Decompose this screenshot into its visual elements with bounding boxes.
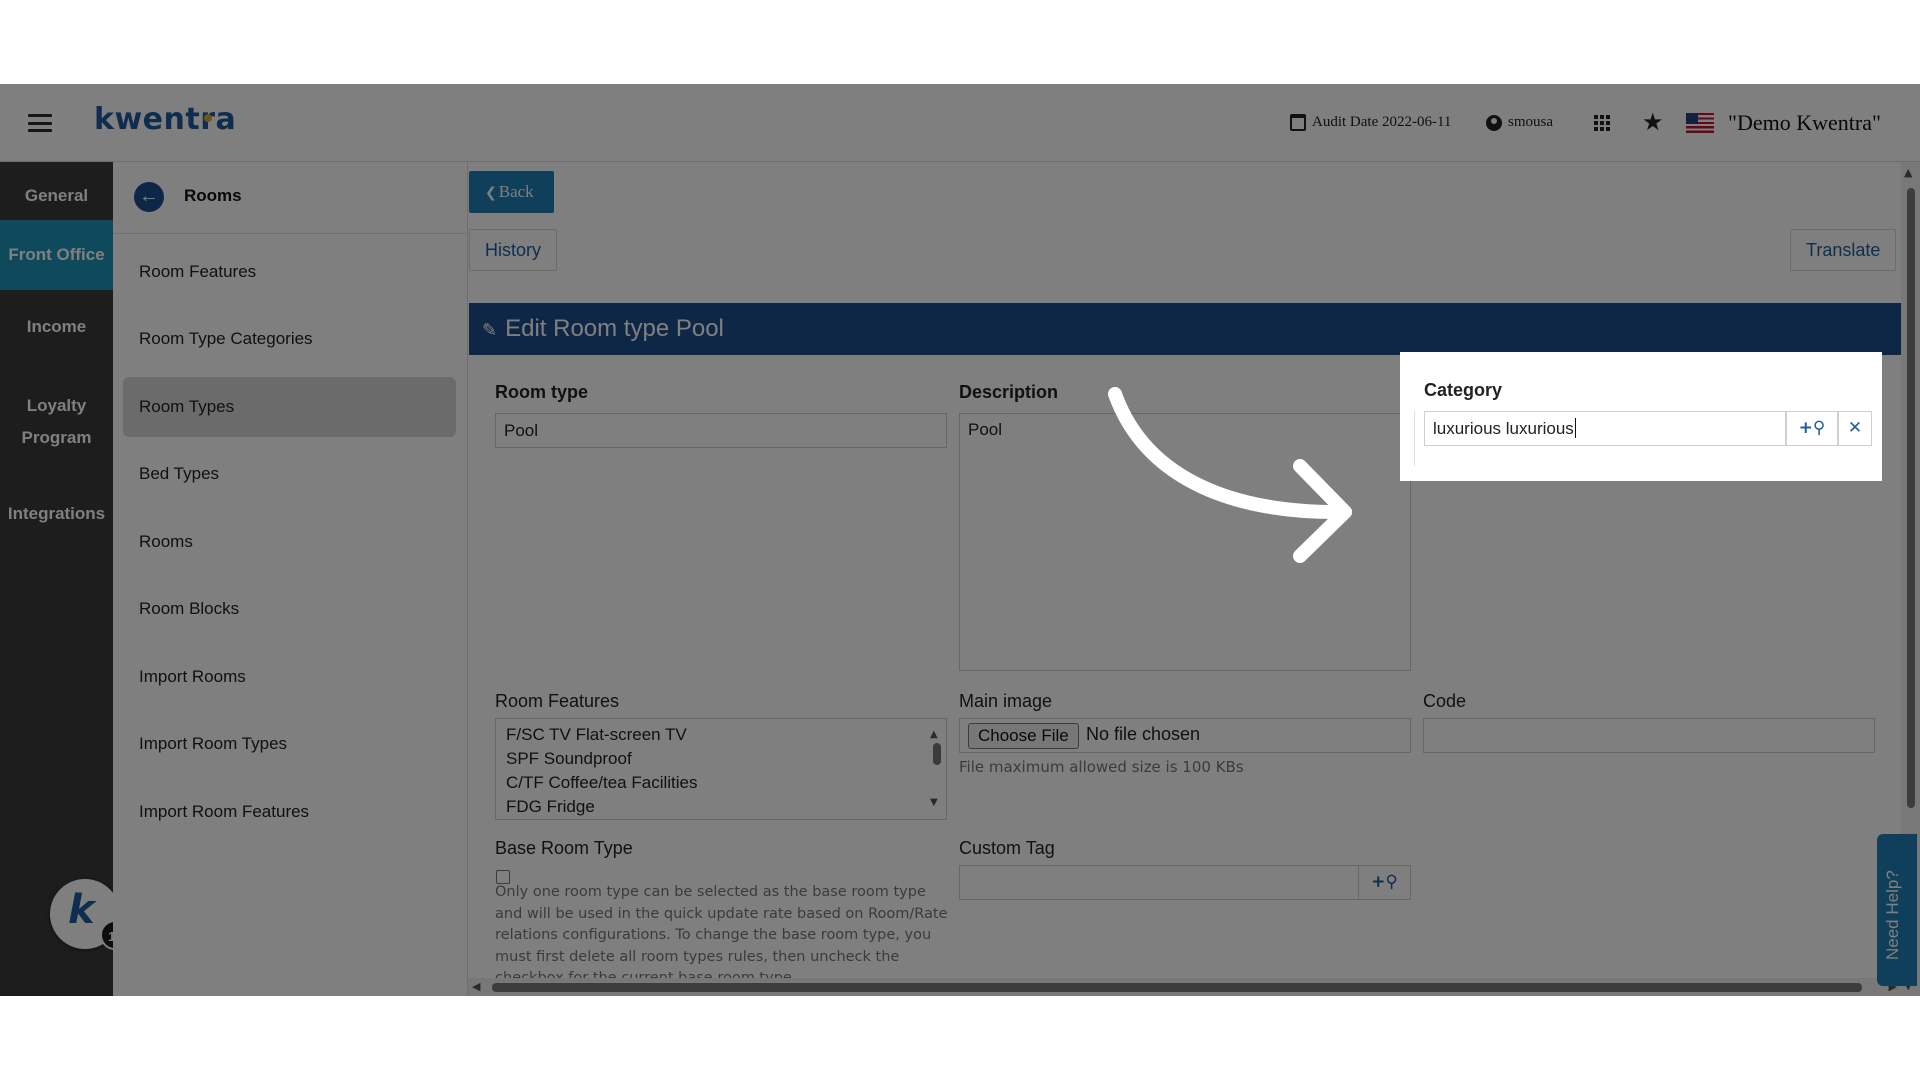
app-screen: kwentra Audit Date 2022-06-11 smousa ★ "… — [0, 84, 1920, 996]
search-icon: ⚲ — [1812, 418, 1826, 438]
field-divider — [1414, 411, 1415, 466]
dim-overlay — [0, 84, 1920, 996]
category-label: Category — [1424, 380, 1503, 400]
pointer-arrow — [1108, 387, 1352, 563]
close-icon[interactable]: ✕ — [1838, 411, 1872, 446]
plus-icon: + — [1798, 418, 1813, 438]
arrow-shaft — [1108, 387, 1352, 520]
category-value: luxurious luxurious — [1433, 419, 1574, 438]
category-add-search-button[interactable]: +⚲ — [1786, 411, 1838, 446]
category-input[interactable]: luxurious luxurious — [1424, 411, 1786, 446]
category-field-highlight: Category luxurious luxurious +⚲ ✕ — [1400, 352, 1882, 481]
text-caret — [1574, 418, 1576, 438]
